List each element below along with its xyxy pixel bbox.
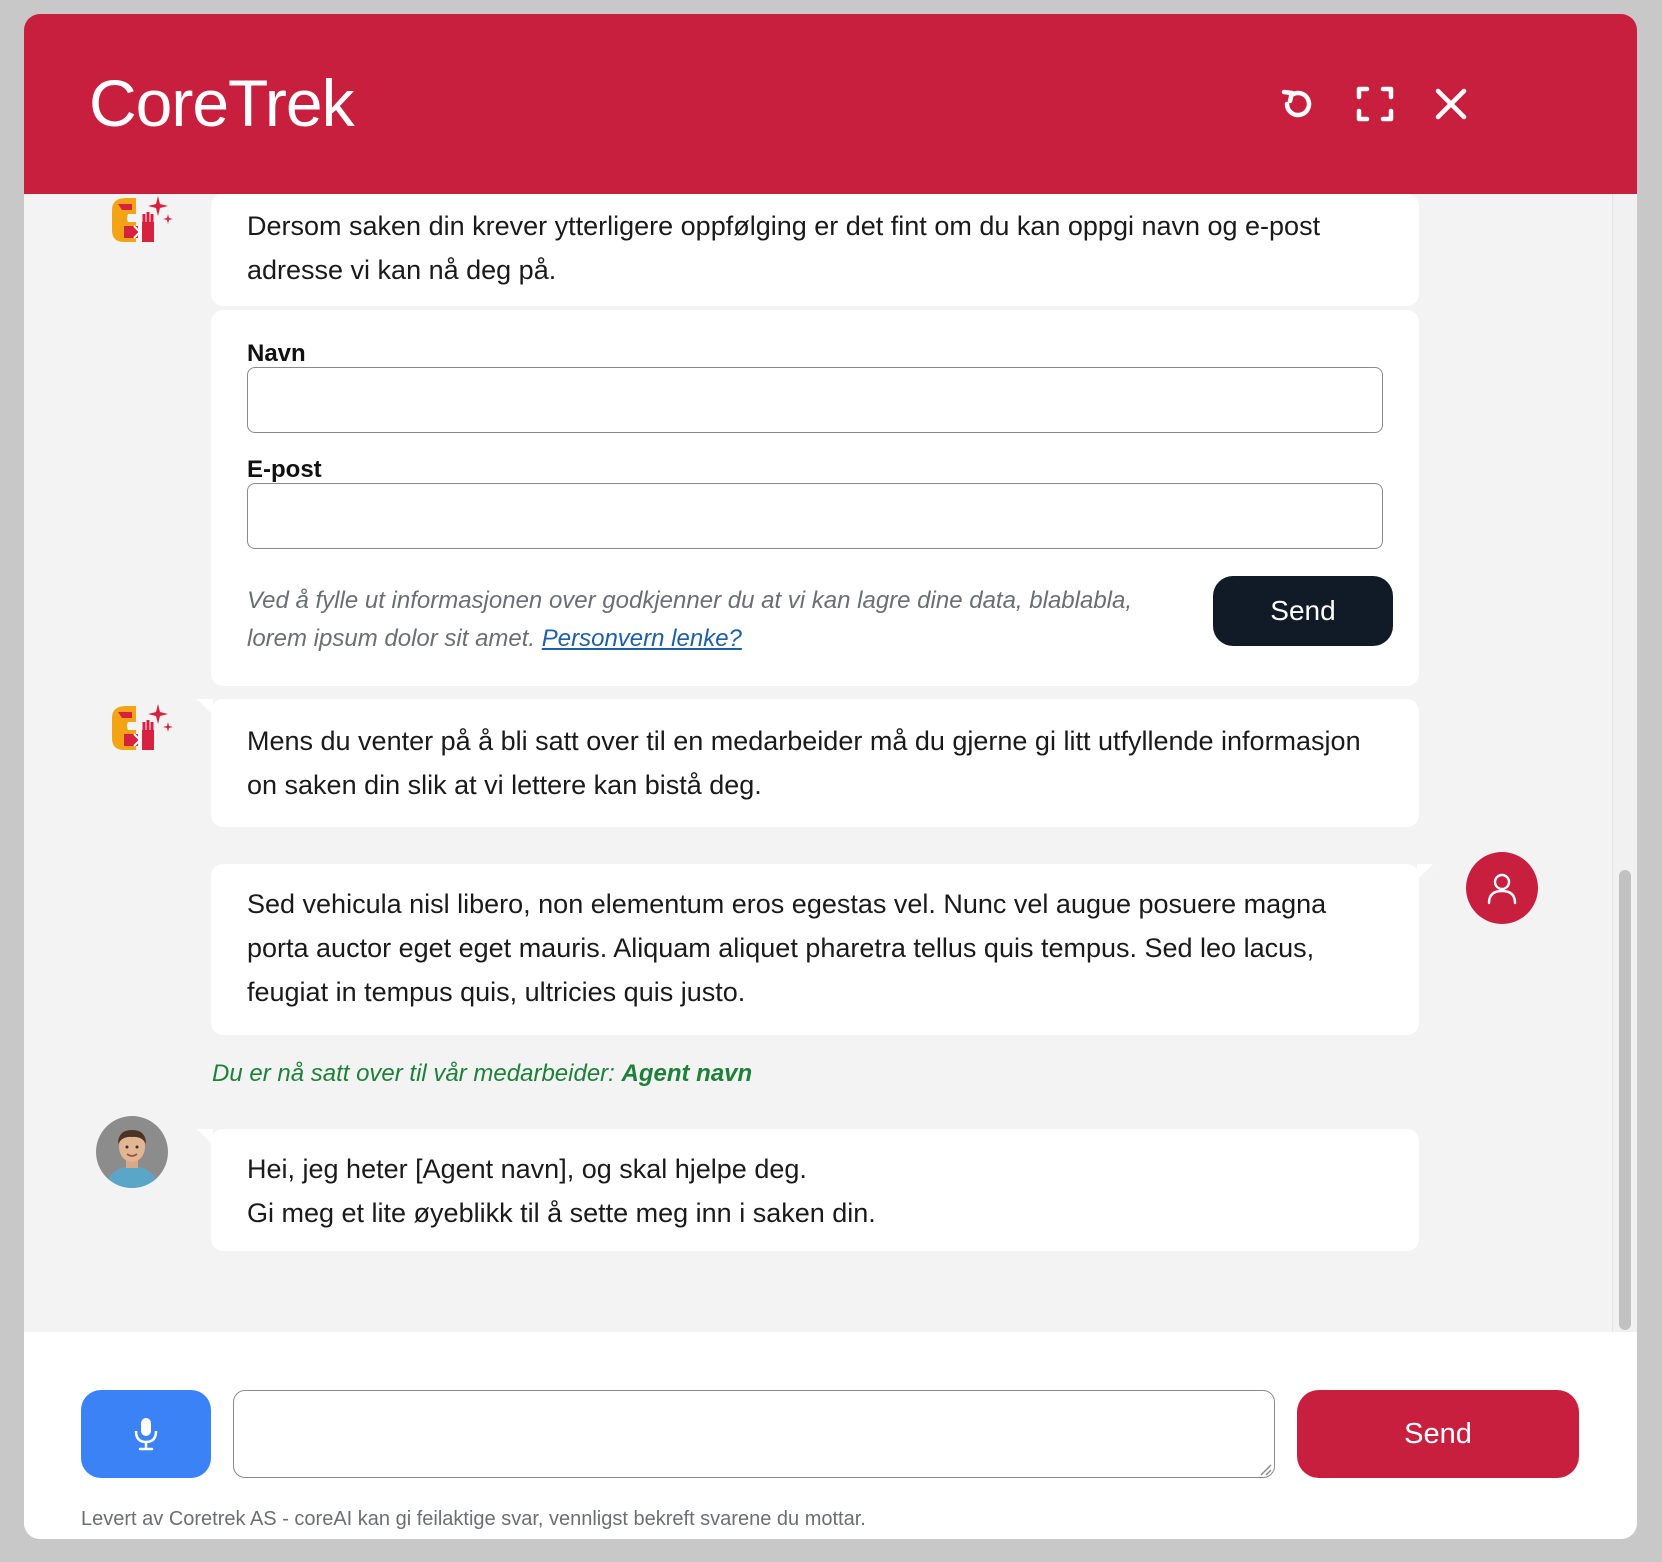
user-message: Sed vehicula nisl libero, non elementum … bbox=[211, 864, 1433, 1035]
contact-form: Navn E-post Ved å fylle ut informasjonen… bbox=[211, 310, 1419, 686]
handoff-notice: Du er nå satt over til vår medarbeider: … bbox=[212, 1060, 752, 1088]
user-avatar bbox=[1466, 852, 1538, 924]
privacy-link[interactable]: Personvern lenke? bbox=[542, 625, 742, 652]
bot-avatar-icon bbox=[98, 696, 178, 776]
bubble-tail bbox=[1417, 864, 1433, 880]
user-message-text: Sed vehicula nisl libero, non elementum … bbox=[247, 889, 1327, 1007]
fullscreen-button[interactable] bbox=[1347, 76, 1403, 132]
send-button[interactable]: Send bbox=[1297, 1390, 1579, 1478]
fullscreen-icon bbox=[1356, 86, 1394, 122]
resize-grip-icon[interactable] bbox=[1258, 1462, 1272, 1476]
agent-message-line: Gi meg et lite øyeblikk til å sette meg … bbox=[247, 1198, 876, 1228]
agent-message-line: Hei, jeg heter [Agent navn], og skal hje… bbox=[247, 1154, 807, 1184]
email-field[interactable] bbox=[247, 483, 1383, 549]
microphone-button[interactable] bbox=[81, 1390, 211, 1478]
agent-avatar bbox=[96, 1116, 168, 1188]
restart-icon bbox=[1281, 89, 1312, 118]
restart-button[interactable] bbox=[1270, 76, 1326, 132]
user-icon bbox=[1487, 873, 1517, 905]
form-send-button[interactable]: Send bbox=[1213, 576, 1393, 646]
handoff-text: Du er nå satt over til vår medarbeider: bbox=[212, 1060, 615, 1087]
microphone-icon bbox=[134, 1418, 158, 1451]
bot-message: Dersom saken din krever ytterligere oppf… bbox=[211, 194, 1419, 306]
brand-title: CoreTrek bbox=[89, 66, 355, 140]
bot-avatar-icon bbox=[98, 194, 178, 268]
name-field[interactable] bbox=[247, 367, 1383, 433]
bot-message-text: Dersom saken din krever ytterligere oppf… bbox=[247, 211, 1321, 285]
message-input[interactable] bbox=[233, 1390, 1275, 1478]
chat-window: CoreTrek Dersom saken din krever ytterli… bbox=[24, 14, 1637, 1539]
scrollbar-thumb[interactable] bbox=[1619, 870, 1631, 1330]
agent-message: Hei, jeg heter [Agent navn], og skal hje… bbox=[197, 1129, 1419, 1251]
chat-header: CoreTrek bbox=[24, 14, 1637, 194]
bot-message: Mens du venter på å bli satt over til en… bbox=[197, 699, 1419, 827]
bubble-tail bbox=[197, 699, 213, 715]
scrollbar[interactable] bbox=[1612, 194, 1637, 1332]
handoff-agent-name: Agent navn bbox=[621, 1060, 753, 1087]
bot-message-text: Mens du venter på å bli satt over til en… bbox=[247, 726, 1361, 800]
close-button[interactable] bbox=[1423, 76, 1479, 132]
chat-footer: Send Levert av Coretrek AS - coreAI kan … bbox=[24, 1332, 1637, 1539]
consent-text: Ved å fylle ut informasjonen over godkje… bbox=[247, 582, 1167, 658]
bubble-tail bbox=[197, 1129, 213, 1145]
close-icon bbox=[1435, 88, 1467, 120]
disclaimer: Levert av Coretrek AS - coreAI kan gi fe… bbox=[81, 1508, 866, 1530]
message-list[interactable]: Dersom saken din krever ytterligere oppf… bbox=[24, 194, 1637, 1332]
